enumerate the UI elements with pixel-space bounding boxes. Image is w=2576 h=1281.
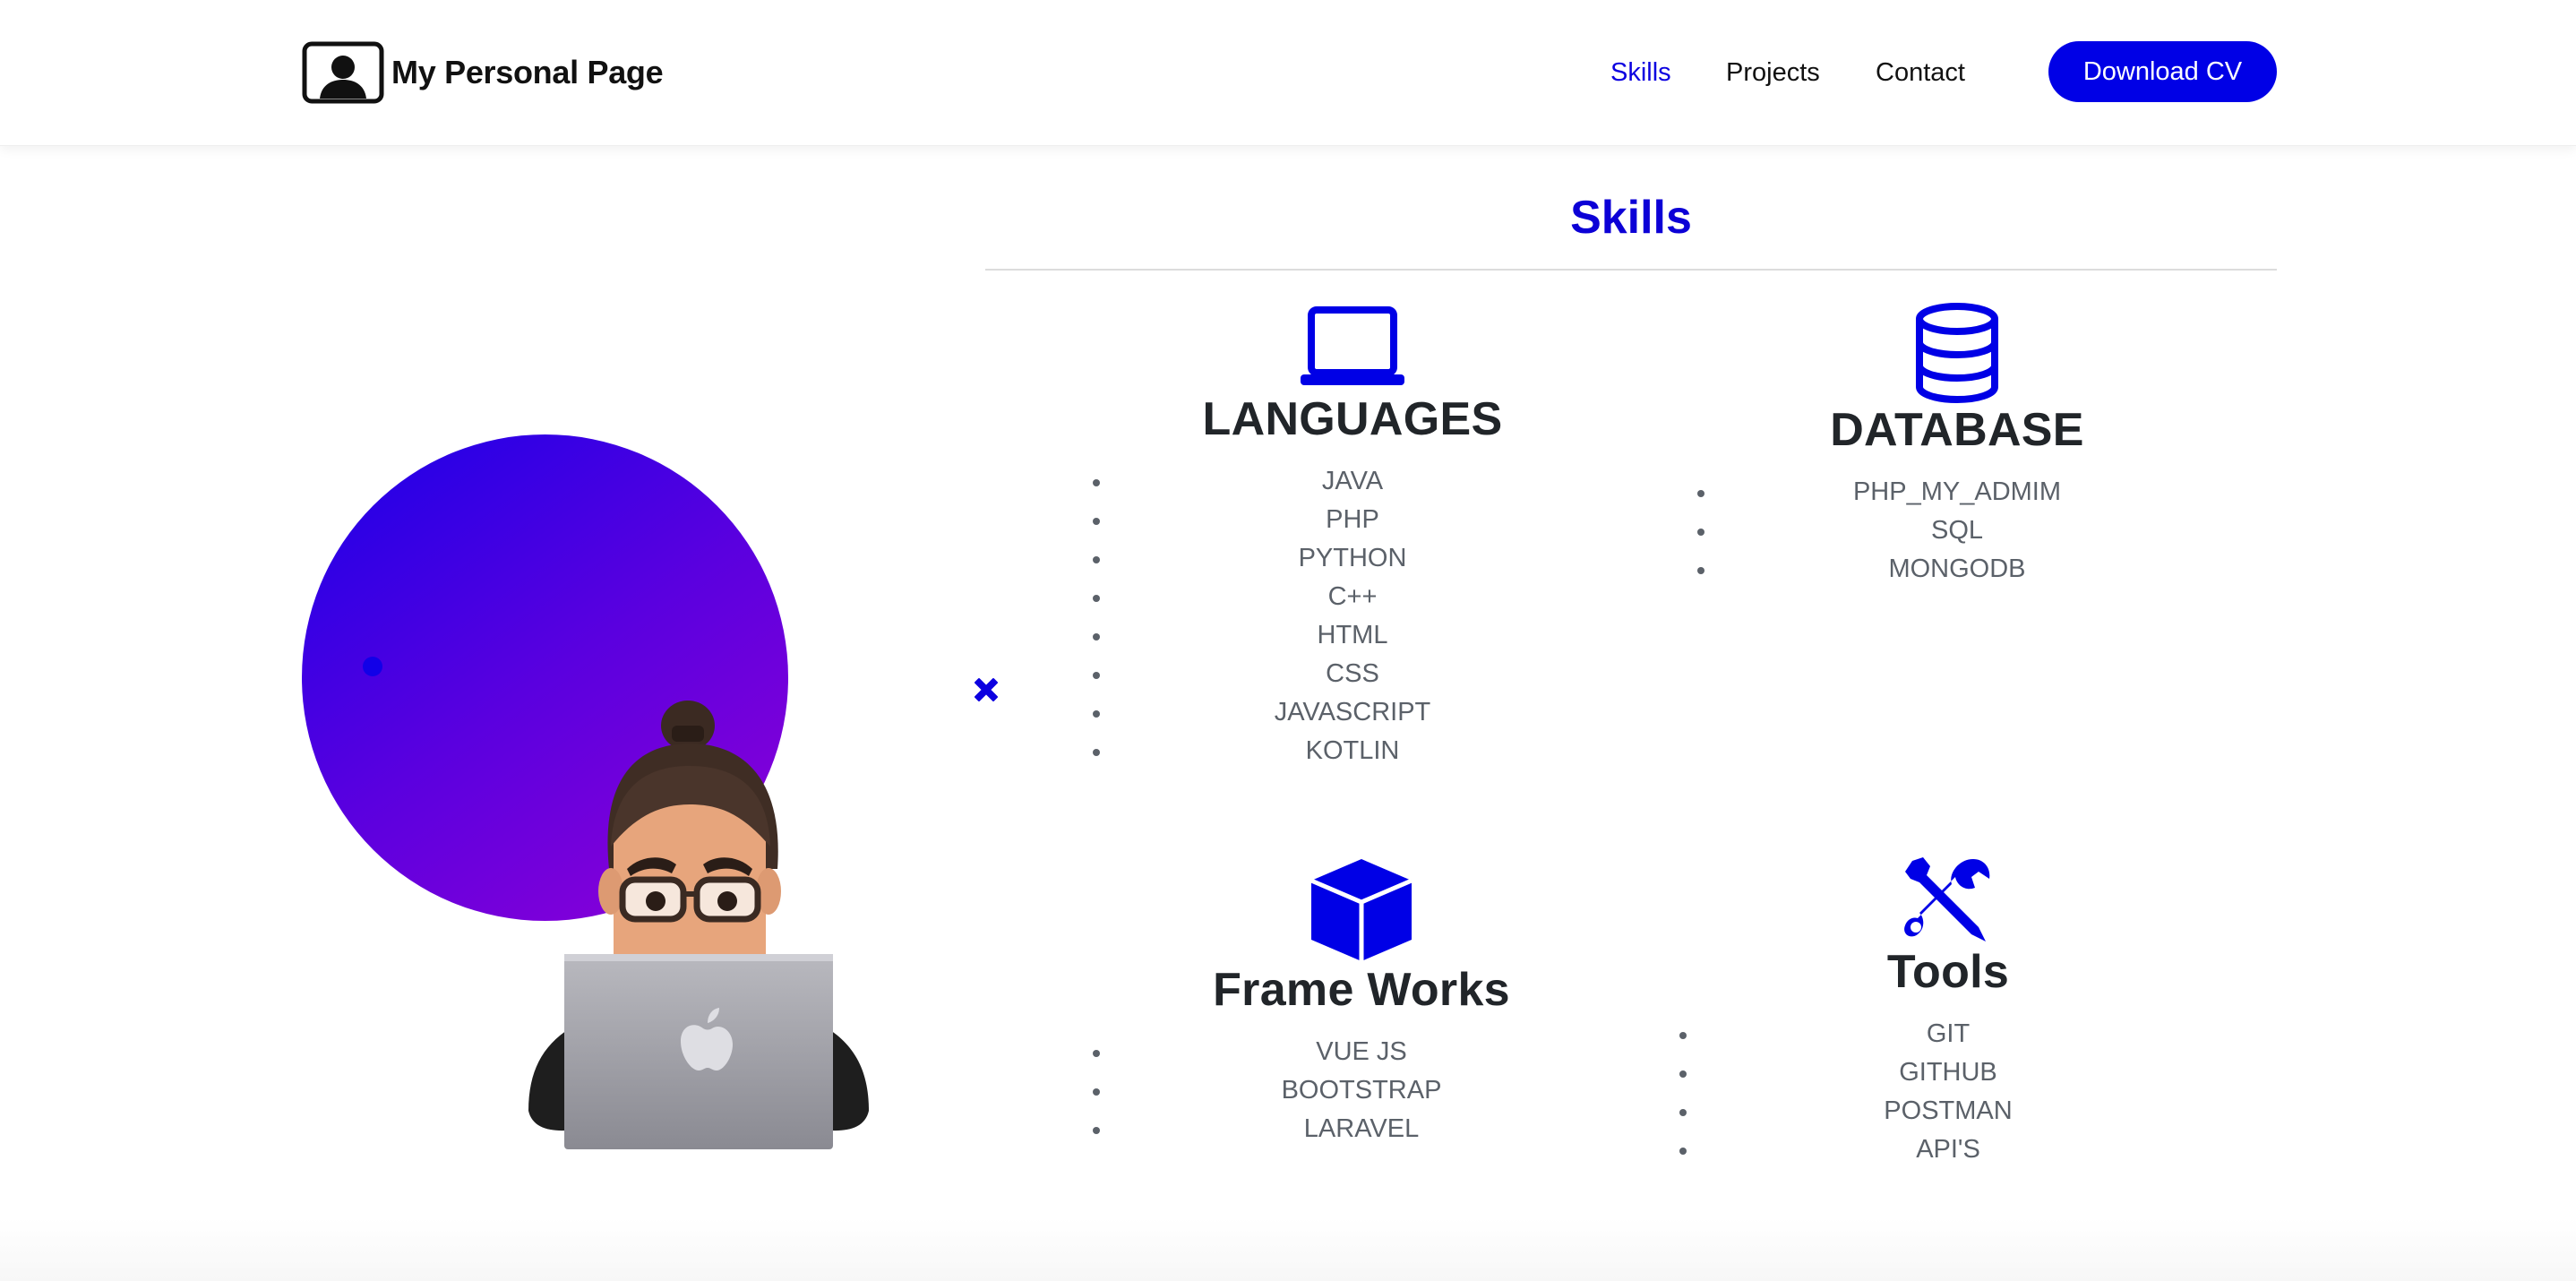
skills-heading: Skills [1570,192,1692,244]
tools-list: GIT GITHUB POSTMAN API'S [1670,1015,2226,1169]
nav-projects[interactable]: Projects [1726,54,1820,91]
divider [985,269,2277,271]
accent-dot [363,657,382,676]
tools-card: Tools GIT GITHUB POSTMAN API'S [1670,855,2226,1169]
list-item: KOTLIN [1084,732,1621,770]
list-item: HTML [1084,616,1621,655]
database-card: DATABASE PHP_MY_ADMIM SQL MONGODB [1688,303,2226,589]
list-item: POSTMAN [1670,1092,2226,1131]
database-list: PHP_MY_ADMIM SQL MONGODB [1688,473,2226,589]
list-item: CSS [1084,655,1621,693]
list-item: GIT [1670,1015,2226,1053]
list-item: PHP_MY_ADMIM [1688,473,2226,512]
languages-title: LANGUAGES [1202,393,1503,445]
tools-icon [1904,857,1990,941]
frameworks-list: VUE JS BOOTSTRAP LARAVEL [1084,1033,1639,1148]
database-icon [1916,303,1998,403]
cross-icon [975,678,998,701]
laptop-icon [1301,306,1404,385]
list-item: LARAVEL [1084,1110,1639,1148]
list-item: JAVA [1084,462,1621,501]
frameworks-title: Frame Works [1213,964,1510,1016]
footer-band [0,1218,2576,1281]
list-item: JAVASCRIPT [1084,693,1621,732]
download-cv-button[interactable]: Download CV [2048,41,2277,102]
navbar: My Personal Page Skills Projects Contact… [0,0,2576,146]
database-title: DATABASE [1830,404,2084,456]
list-item: GITHUB [1670,1053,2226,1092]
frameworks-card: Frame Works VUE JS BOOTSTRAP LARAVEL [1084,855,1639,1148]
nav-skills[interactable]: Skills [1610,54,1671,91]
list-item: PYTHON [1084,539,1621,578]
avatar-illustration [528,701,869,1149]
nav-contact[interactable]: Contact [1876,54,1965,91]
languages-list: JAVA PHP PYTHON C++ HTML CSS JAVASCRIPT … [1084,462,1621,770]
list-item: BOOTSTRAP [1084,1071,1639,1110]
languages-card: LANGUAGES JAVA PHP PYTHON C++ HTML CSS J… [1084,303,1621,770]
list-item: PHP [1084,501,1621,539]
list-item: MONGODB [1688,550,2226,589]
list-item: API'S [1670,1131,2226,1169]
tools-title: Tools [1886,946,2010,998]
list-item: C++ [1084,578,1621,616]
cube-icon [1310,859,1413,961]
list-item: SQL [1688,512,2226,550]
list-item: VUE JS [1084,1033,1639,1071]
